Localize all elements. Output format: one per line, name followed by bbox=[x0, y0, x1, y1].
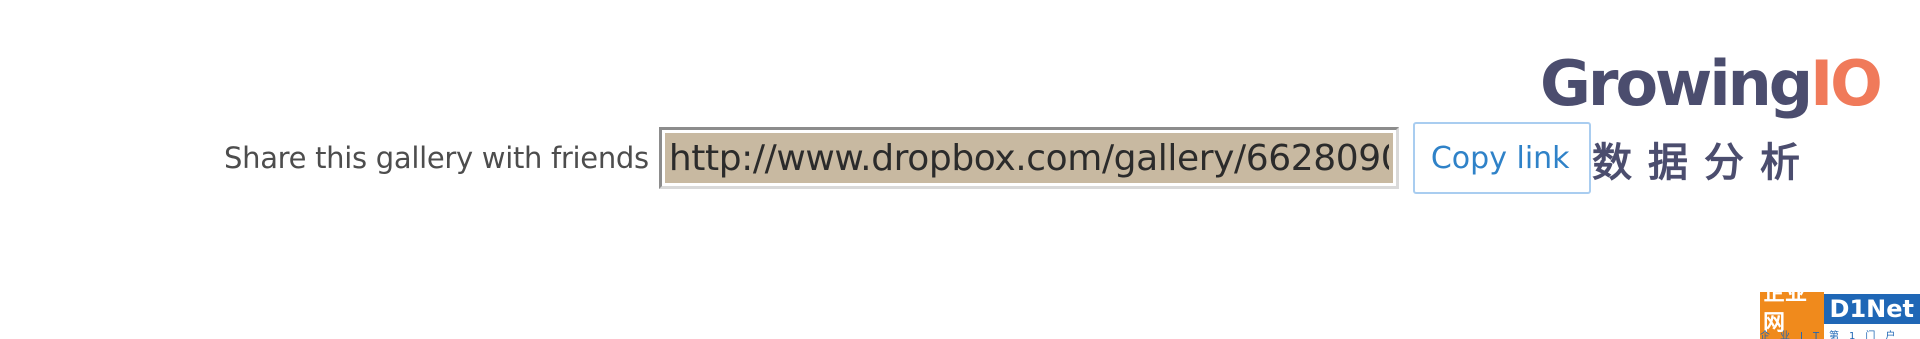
share-gallery-label: Share this gallery with friends bbox=[224, 141, 649, 175]
growingio-subtitle: 数据分析 bbox=[1592, 140, 1816, 186]
copy-link-button[interactable]: Copy link bbox=[1412, 122, 1591, 194]
gallery-url-field-frame bbox=[658, 127, 1399, 189]
gallery-url-input[interactable] bbox=[664, 133, 1393, 183]
growingio-watermark: GrowingIO 数据分析 bbox=[1540, 44, 1883, 186]
d1net-logo: 企业网 D1Net bbox=[1760, 292, 1920, 339]
d1net-tagline: 企业IT第1门户 bbox=[1760, 331, 1906, 339]
growingio-logo-main: Growing bbox=[1540, 47, 1813, 120]
growingio-logo: GrowingIO bbox=[1540, 44, 1883, 124]
d1net-logo-en: D1Net bbox=[1823, 294, 1920, 324]
growingio-logo-accent: IO bbox=[1810, 47, 1883, 120]
share-gallery-row: Share this gallery with friends Copy lin… bbox=[224, 120, 1591, 196]
d1net-watermark: 企业网 D1Net 企业IT第1门户 bbox=[1760, 292, 1920, 339]
